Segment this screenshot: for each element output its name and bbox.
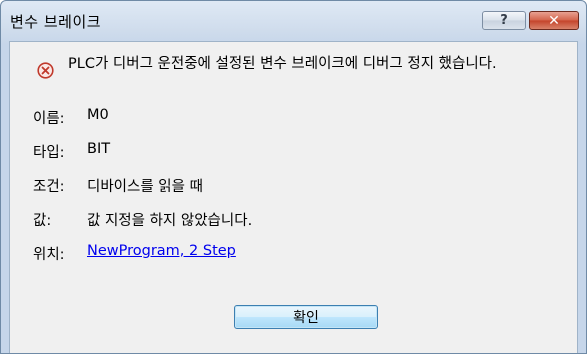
close-button[interactable]: ✕ [529, 11, 579, 30]
field-type: 타입: BIT [33, 141, 110, 162]
error-message: PLC가 디버그 운전중에 설정된 변수 브레이크에 디버그 정지 했습니다. [68, 56, 497, 72]
close-icon: ✕ [548, 12, 560, 29]
field-condition-value: 디바이스를 읽을 때 [87, 179, 203, 195]
location-link[interactable]: NewProgram, 2 Step [87, 243, 236, 259]
title-bar[interactable]: 변수 브레이크 ? ✕ [1, 1, 586, 41]
field-value: 값: 값 지정을 하지 않았습니다. [33, 209, 252, 230]
ok-button[interactable]: 확인 [234, 305, 378, 329]
field-type-label: 타입: [33, 145, 65, 161]
help-icon: ? [500, 13, 508, 28]
field-location-label: 위치: [33, 247, 65, 263]
window-title: 변수 브레이크 [10, 13, 102, 31]
field-name-label: 이름: [33, 111, 65, 127]
field-location: 위치: NewProgram, 2 Step [33, 243, 236, 264]
field-type-value: BIT [87, 141, 111, 157]
field-value-value: 값 지정을 하지 않았습니다. [87, 213, 253, 229]
dialog-window: 변수 브레이크 ? ✕ PLC가 디버그 운전중에 설정된 변수 브레이크에 디… [0, 0, 587, 354]
dialog-content: PLC가 디버그 운전중에 설정된 변수 브레이크에 디버그 정지 했습니다. … [9, 41, 578, 353]
help-button[interactable]: ? [482, 11, 526, 30]
field-condition-label: 조건: [33, 179, 65, 195]
field-value-label: 값: [33, 213, 52, 229]
field-condition: 조건: 디바이스를 읽을 때 [33, 175, 203, 196]
field-name-value: M0 [87, 107, 109, 123]
field-name: 이름: M0 [33, 107, 109, 128]
error-circle-icon [37, 62, 54, 79]
